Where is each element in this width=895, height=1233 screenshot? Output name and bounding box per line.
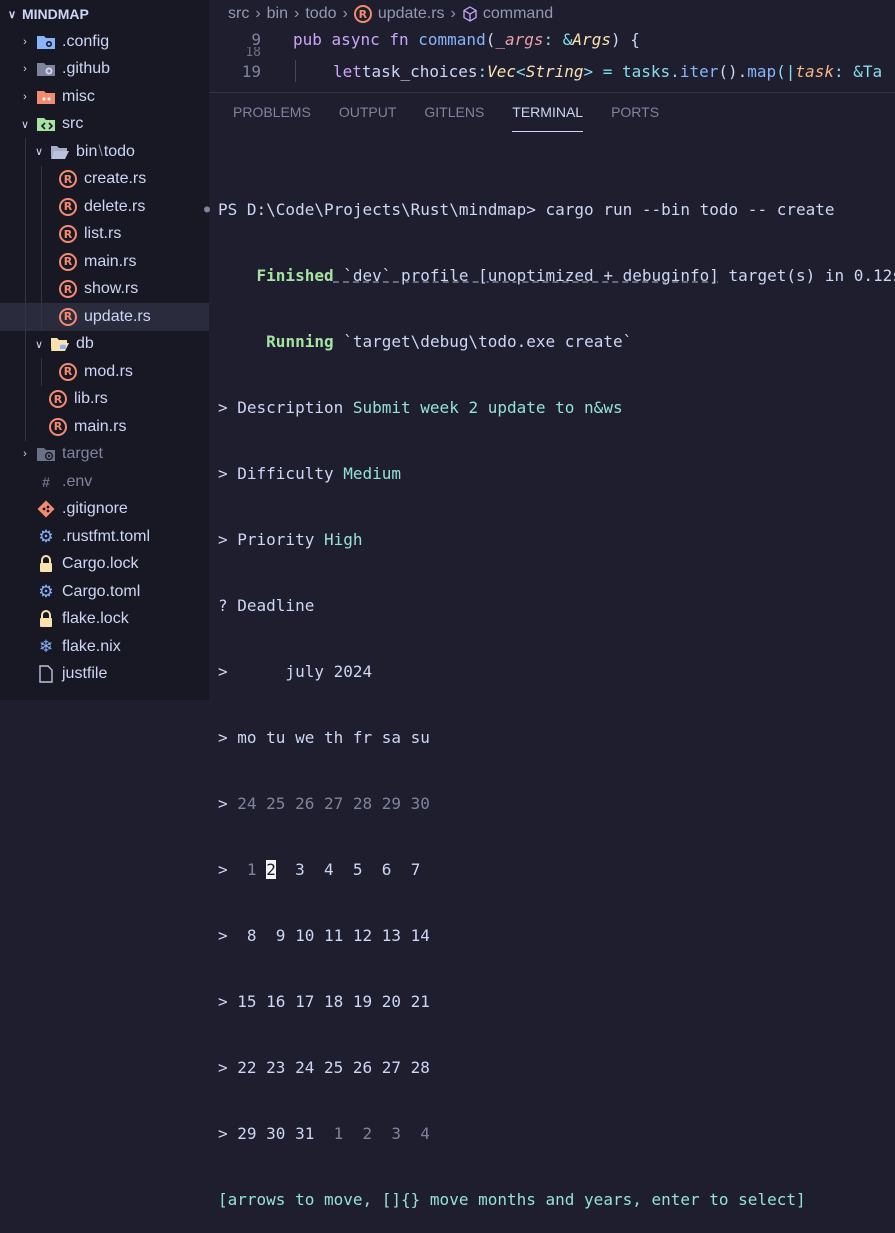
calendar-week-0[interactable]: > 24 25 26 27 28 29 30	[218, 793, 895, 815]
chevron-right-icon: ›	[23, 448, 27, 461]
tree-item-delete-rs[interactable]: R delete.rs	[0, 193, 209, 221]
tree-item-main-rs-root[interactable]: R main.rs	[0, 413, 209, 441]
file-icon	[36, 664, 56, 684]
tab-gitlens[interactable]: GITLENS	[424, 92, 484, 132]
tab-terminal[interactable]: TERMINAL	[512, 92, 584, 132]
breadcrumb: src › bin › todo › R update.rs › command	[228, 5, 554, 23]
calendar-week-2[interactable]: > 8 9 10 11 12 13 14	[218, 925, 895, 947]
rust-file-icon: R	[48, 417, 68, 437]
code-line-9[interactable]: 9 pub async fn command(_args: & Args) {	[209, 28, 895, 50]
target-folder-icon	[36, 444, 56, 464]
editor-area: src › bin › todo › R update.rs › command…	[209, 0, 895, 93]
breadcrumb-todo[interactable]: todo	[305, 5, 336, 23]
gear-icon: ⚙	[38, 526, 54, 546]
cargo-running-line: Running `target\debug\todo.exe create`	[266, 332, 633, 351]
folder-open-icon	[50, 142, 70, 162]
tree-item-create-rs[interactable]: R create.rs	[0, 165, 209, 193]
tab-problems[interactable]: PROBLEMS	[233, 92, 311, 132]
nix-snowflake-icon: ❄	[38, 636, 54, 656]
tree-item-gitignore[interactable]: .gitignore	[0, 496, 209, 524]
terminal-output[interactable]: ● PS D:\Code\Projects\Rust\mindmap> cargo…	[204, 155, 895, 1233]
rust-file-icon: R	[58, 307, 78, 327]
github-folder-icon	[36, 59, 56, 79]
git-icon	[36, 499, 56, 519]
code-line-19[interactable]: 19 let task_choices: Vec < String > = tasks…	[209, 60, 895, 82]
tab-ports[interactable]: PORTS	[611, 92, 659, 132]
tree-item-list-rs[interactable]: R list.rs	[0, 220, 209, 248]
calendar-help: [arrows to move, []{} move months and ye…	[218, 1190, 806, 1209]
config-folder-icon	[36, 32, 56, 52]
prompt-description: > Description Submit week 2 update to n&…	[218, 398, 623, 417]
calendar-week-3[interactable]: > 15 16 17 18 19 20 21	[218, 991, 895, 1013]
tree-item-db[interactable]: ∨ db	[0, 330, 209, 358]
tree-item-config[interactable]: › .config	[0, 28, 209, 56]
cube-icon	[462, 6, 478, 22]
rust-file-icon: R	[58, 252, 78, 272]
prompt-priority: > Priority High	[218, 530, 363, 549]
calendar-weekdays: > mo tu we th fr sa su	[218, 728, 430, 747]
tree-item-update-rs[interactable]: R update.rs	[0, 303, 209, 331]
explorer-title: MINDMAP	[22, 6, 89, 22]
tree-item-justfile[interactable]: justfile	[0, 661, 209, 689]
tree-item-show-rs[interactable]: R show.rs	[0, 275, 209, 303]
chevron-down-icon: ∨	[34, 338, 44, 351]
calendar-week-1[interactable]: > 1 2 3 4 5 6 7	[218, 859, 895, 881]
chevron-right-icon: ›	[23, 35, 27, 48]
tree-item-lib-rs[interactable]: R lib.rs	[0, 385, 209, 413]
calendar-week-4[interactable]: > 22 23 24 25 26 27 28	[218, 1057, 895, 1079]
lock-icon	[36, 554, 56, 574]
breadcrumb-src[interactable]: src	[228, 5, 249, 23]
tree-item-main-rs[interactable]: R main.rs	[0, 248, 209, 276]
tree-item-flake-nix[interactable]: ❄ flake.nix	[0, 633, 209, 661]
rust-file-icon: R	[58, 169, 78, 189]
breadcrumb-update-rs[interactable]: update.rs	[378, 5, 445, 23]
rust-file-icon: R	[58, 197, 78, 217]
tree-item-github[interactable]: › .github	[0, 56, 209, 84]
tree-item-target[interactable]: › target	[0, 441, 209, 469]
chevron-right-icon: ›	[23, 63, 27, 76]
prompt-deadline: ? Deadline	[218, 596, 315, 615]
code-line-18-number: 18	[245, 47, 261, 57]
panel-tabs: PROBLEMS OUTPUT GITLENS TERMINAL PORTS	[209, 92, 895, 132]
chevron-down-icon: ∨	[20, 118, 30, 131]
tree-item-cargo-lock[interactable]: Cargo.lock	[0, 551, 209, 579]
breadcrumb-command[interactable]: command	[483, 5, 553, 23]
db-folder-icon	[50, 334, 70, 354]
rust-file-icon: R	[48, 389, 68, 409]
selected-day: 2	[266, 860, 276, 879]
tab-output[interactable]: OUTPUT	[339, 92, 397, 132]
tree-item-env[interactable]: # .env	[0, 468, 209, 496]
rust-file-icon: R	[58, 224, 78, 244]
explorer-sidebar: ∨ MINDMAP › .config › .github › misc ∨ s…	[0, 0, 209, 700]
calendar-week-5[interactable]: > 29 30 31 1 2 3 4	[218, 1123, 895, 1145]
tree-item-rustfmt[interactable]: ⚙ .rustfmt.toml	[0, 523, 209, 551]
chevron-down-icon: ∨	[34, 146, 44, 159]
lock-icon	[36, 609, 56, 629]
rust-file-icon: R	[58, 279, 78, 299]
chevron-down-icon: ∨	[7, 8, 17, 21]
explorer-header[interactable]: ∨ MINDMAP	[0, 0, 209, 28]
tree-item-misc[interactable]: › misc	[0, 83, 209, 111]
chevron-right-icon: ›	[23, 90, 27, 103]
tree-item-src[interactable]: ∨ src	[0, 111, 209, 139]
tree-item-mod-rs[interactable]: R mod.rs	[0, 358, 209, 386]
gear-icon: ⚙	[38, 581, 54, 601]
command-decoration-icon: ●	[204, 204, 211, 215]
terminal-prompt-line: ● PS D:\Code\Projects\Rust\mindmap> cargo…	[204, 200, 835, 219]
tree-item-flake-lock[interactable]: flake.lock	[0, 606, 209, 634]
cargo-finished-line: Finished `dev` profile [unoptimized + de…	[256, 266, 895, 285]
prompt-difficulty: > Difficulty Medium	[218, 464, 402, 483]
tree-item-cargo-toml[interactable]: ⚙ Cargo.toml	[0, 578, 209, 606]
tree-item-bin-todo[interactable]: ∨ bin \ todo	[0, 138, 209, 166]
env-file-icon: #	[42, 473, 50, 490]
misc-folder-icon	[36, 87, 56, 107]
rust-file-icon: R	[58, 362, 78, 382]
src-folder-icon	[36, 114, 56, 134]
breadcrumb-bin[interactable]: bin	[267, 5, 288, 23]
rust-file-icon: R	[353, 5, 372, 23]
calendar-month: > july 2024	[218, 662, 373, 681]
